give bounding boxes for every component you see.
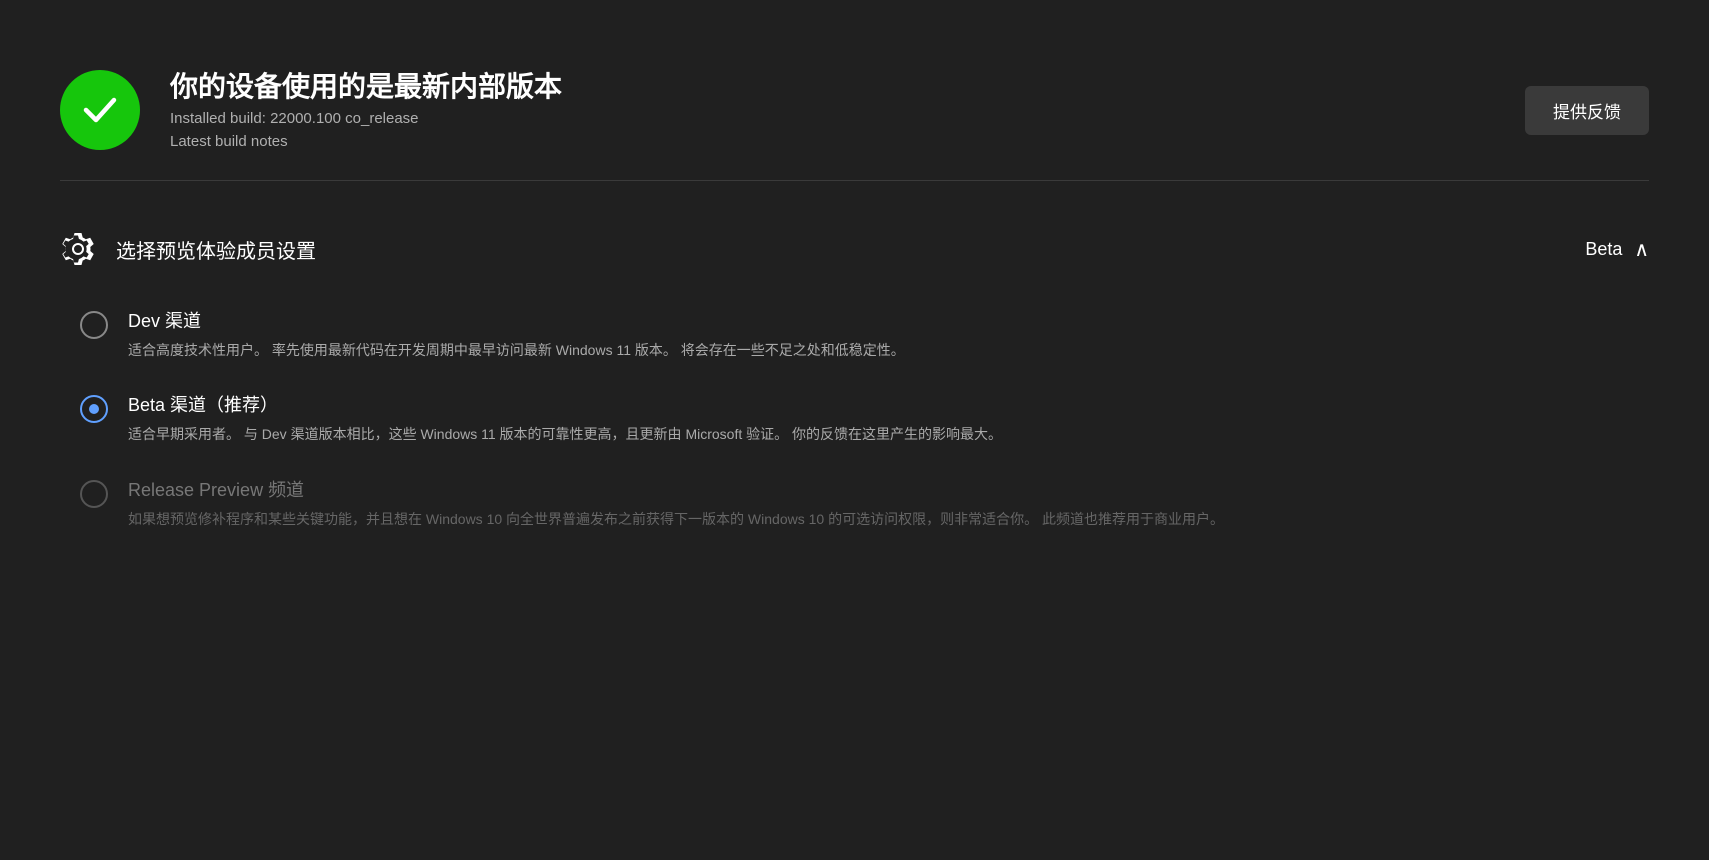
header-left: 你的设备使用的是最新内部版本 Installed build: 22000.10… bbox=[60, 70, 562, 150]
header-section: 你的设备使用的是最新内部版本 Installed build: 22000.10… bbox=[60, 40, 1649, 181]
channel-text-beta: Beta 渠道（推荐） 适合早期采用者。 与 Dev 渠道版本相比，这些 Win… bbox=[128, 391, 1002, 445]
channel-text-dev: Dev 渠道 适合高度技术性用户。 率先使用最新代码在开发周期中最早访问最新 W… bbox=[128, 307, 905, 361]
settings-section: 选择预览体验成员设置 Beta ∧ Dev 渠道 适合高度技术性用户。 率先使用… bbox=[60, 211, 1649, 530]
channel-item-release-preview: Release Preview 频道 如果想预览修补程序和某些关键功能，并且想在… bbox=[80, 476, 1649, 530]
checkmark-svg bbox=[78, 88, 122, 132]
header-title: 你的设备使用的是最新内部版本 bbox=[170, 70, 562, 104]
channel-text-release-preview: Release Preview 频道 如果想预览修补程序和某些关键功能，并且想在… bbox=[128, 476, 1224, 530]
check-circle-icon bbox=[60, 70, 140, 150]
radio-dev[interactable] bbox=[80, 311, 108, 339]
channel-name-beta: Beta 渠道（推荐） bbox=[128, 391, 1002, 417]
radio-beta[interactable] bbox=[80, 395, 108, 423]
channel-name-dev: Dev 渠道 bbox=[128, 307, 905, 333]
channel-name-release-preview: Release Preview 频道 bbox=[128, 476, 1224, 502]
settings-header-left: 选择预览体验成员设置 bbox=[60, 231, 316, 267]
radio-outer-dev[interactable] bbox=[80, 311, 108, 339]
latest-build-notes-link[interactable]: Latest build notes bbox=[170, 133, 562, 150]
feedback-button[interactable]: 提供反馈 bbox=[1525, 86, 1649, 135]
settings-current-value: Beta bbox=[1585, 239, 1622, 260]
chevron-up-icon: ∧ bbox=[1634, 237, 1649, 262]
installed-build-label: Installed build: 22000.100 co_release bbox=[170, 110, 562, 127]
settings-title: 选择预览体验成员设置 bbox=[116, 235, 316, 264]
settings-header[interactable]: 选择预览体验成员设置 Beta ∧ bbox=[60, 211, 1649, 287]
channel-desc-beta: 适合早期采用者。 与 Dev 渠道版本相比，这些 Windows 11 版本的可… bbox=[128, 423, 1002, 445]
radio-release-preview[interactable] bbox=[80, 480, 108, 508]
radio-inner-beta bbox=[89, 404, 99, 414]
channel-desc-release-preview: 如果想预览修补程序和某些关键功能，并且想在 Windows 10 向全世界普遍发… bbox=[128, 508, 1224, 530]
channel-item-dev: Dev 渠道 适合高度技术性用户。 率先使用最新代码在开发周期中最早访问最新 W… bbox=[80, 307, 1649, 361]
radio-outer-release-preview[interactable] bbox=[80, 480, 108, 508]
settings-header-right: Beta ∧ bbox=[1585, 237, 1649, 262]
channels-container: Dev 渠道 适合高度技术性用户。 率先使用最新代码在开发周期中最早访问最新 W… bbox=[60, 307, 1649, 530]
gear-icon bbox=[60, 231, 96, 267]
channel-item-beta: Beta 渠道（推荐） 适合早期采用者。 与 Dev 渠道版本相比，这些 Win… bbox=[80, 391, 1649, 445]
radio-outer-beta[interactable] bbox=[80, 395, 108, 423]
channel-desc-dev: 适合高度技术性用户。 率先使用最新代码在开发周期中最早访问最新 Windows … bbox=[128, 339, 905, 361]
header-text: 你的设备使用的是最新内部版本 Installed build: 22000.10… bbox=[170, 70, 562, 150]
page-container: 你的设备使用的是最新内部版本 Installed build: 22000.10… bbox=[0, 0, 1709, 570]
